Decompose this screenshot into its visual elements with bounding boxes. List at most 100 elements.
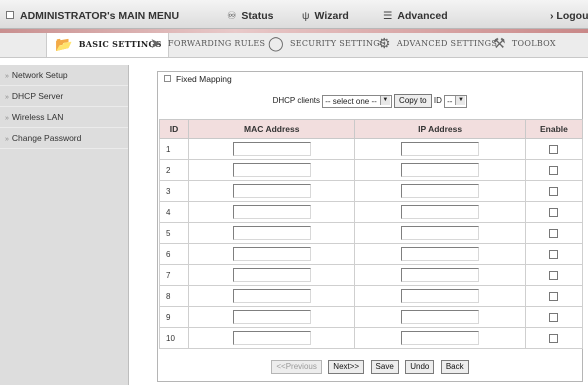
main-menu-title: ADMINISTRATOR's MAIN MENU: [6, 0, 179, 28]
ip-address-input[interactable]: [401, 142, 480, 156]
tab-forwarding-rules[interactable]: ➤ FORWARDING RULES: [150, 33, 265, 57]
mac-cell: [188, 180, 356, 202]
mac-cell: [188, 222, 356, 244]
mac-address-input[interactable]: [232, 205, 311, 219]
mac-address-input[interactable]: [232, 163, 311, 177]
row-id: 7: [158, 264, 190, 286]
row-id: 2: [158, 159, 190, 181]
advanced-link[interactable]: ☰ Advanced: [383, 0, 448, 28]
id-select-value: --: [447, 96, 453, 106]
enable-checkbox[interactable]: [549, 207, 559, 217]
row-id: 3: [158, 180, 190, 202]
mac-cell: [188, 159, 356, 181]
enable-cell: [524, 327, 584, 349]
ip-address-input[interactable]: [401, 268, 480, 282]
undo-button[interactable]: Undo: [405, 359, 435, 374]
sidebar-item-label: DHCP Server: [11, 91, 64, 101]
enable-checkbox[interactable]: [549, 312, 559, 322]
sidebar-item-network-setup[interactable]: » Network Setup: [0, 65, 128, 86]
bullet-icon: »: [5, 73, 9, 80]
ip-address-input[interactable]: [401, 226, 480, 240]
advanced-icon: ☰: [383, 10, 393, 22]
dhcp-select-value: -- select one --: [325, 96, 377, 106]
ip-address-input[interactable]: [401, 184, 480, 198]
row-id: 10: [158, 327, 190, 349]
tab-label: TOOLBOX: [511, 39, 556, 48]
mac-address-input[interactable]: [232, 268, 311, 282]
panel-header: Fixed Mapping: [158, 72, 582, 86]
tab-label: ADVANCED SETTINGS: [396, 39, 498, 48]
ip-address-input[interactable]: [401, 289, 480, 303]
ip-address-input[interactable]: [401, 310, 480, 324]
menu-checkbox-icon: [6, 11, 14, 19]
enable-cell: [524, 285, 584, 307]
enable-checkbox[interactable]: [549, 291, 559, 301]
header-mac-address: MAC Address: [188, 119, 356, 139]
enable-checkbox[interactable]: [549, 333, 559, 343]
next-button[interactable]: Next>>: [328, 359, 365, 374]
mac-address-input[interactable]: [232, 142, 311, 156]
enable-cell: [524, 306, 584, 328]
ip-address-input[interactable]: [401, 205, 480, 219]
mac-address-input[interactable]: [232, 310, 311, 324]
status-link[interactable]: ♾ Status: [227, 0, 274, 28]
table-row: 6: [158, 243, 584, 265]
enable-checkbox[interactable]: [549, 249, 559, 259]
logout-link[interactable]: › Logout: [550, 0, 588, 28]
enable-cell: [524, 201, 584, 223]
id-select[interactable]: -- ▼: [444, 94, 468, 108]
tab-label: FORWARDING RULES: [168, 39, 266, 48]
dhcp-clients-row: DHCP clients -- select one -- ▼ Copy to I…: [158, 94, 582, 112]
toolbox-icon: ⚒: [493, 36, 506, 52]
row-id: 9: [158, 306, 190, 328]
ip-address-input[interactable]: [401, 163, 480, 177]
tab-toolbox[interactable]: ⚒ TOOLBOX: [493, 33, 556, 57]
sidebar-item-change-password[interactable]: » Change Password: [0, 128, 128, 149]
mac-address-input[interactable]: [232, 226, 311, 240]
sidebar-item-dhcp-server[interactable]: » DHCP Server: [0, 86, 128, 107]
mac-cell: [188, 264, 356, 286]
enable-cell: [524, 180, 584, 202]
table-row: 5: [158, 222, 584, 244]
tab-advanced-settings[interactable]: ⚙ ADVANCED SETTINGS: [378, 33, 497, 57]
enable-checkbox[interactable]: [549, 228, 559, 238]
fixed-mapping-table: ID MAC Address IP Address Enable 1234567…: [158, 119, 584, 349]
copy-to-button[interactable]: Copy to: [394, 94, 432, 108]
enable-checkbox[interactable]: [549, 186, 559, 196]
row-id: 6: [158, 243, 190, 265]
mac-address-input[interactable]: [232, 184, 311, 198]
panel-square-icon: [164, 75, 171, 82]
mac-address-input[interactable]: [232, 247, 311, 261]
mac-address-input[interactable]: [232, 289, 311, 303]
enable-cell: [524, 138, 584, 160]
tab-security-settings[interactable]: ◯ SECURITY SETTINGS: [268, 33, 386, 57]
enable-checkbox[interactable]: [549, 144, 559, 154]
mac-address-input[interactable]: [232, 331, 311, 345]
wizard-link[interactable]: ψ Wizard: [302, 0, 349, 28]
status-label: Status: [241, 10, 274, 22]
ip-cell: [354, 264, 526, 286]
sidebar-item-wireless-lan[interactable]: » Wireless LAN: [0, 107, 128, 128]
logout-prefix: ›: [550, 10, 554, 22]
back-button[interactable]: Back: [440, 359, 469, 374]
enable-cell: [524, 159, 584, 181]
ip-cell: [354, 222, 526, 244]
save-button[interactable]: Save: [370, 359, 399, 374]
row-id: 4: [158, 201, 190, 223]
row-id: 8: [158, 285, 190, 307]
previous-button[interactable]: <<Previous: [271, 359, 322, 374]
top-menu-bar: ADMINISTRATOR's MAIN MENU ♾ Status ψ Wizar…: [0, 0, 588, 29]
dhcp-clients-label: DHCP clients: [272, 96, 320, 106]
advanced-settings-icon: ⚙: [378, 36, 391, 52]
ip-address-input[interactable]: [401, 331, 480, 345]
enable-checkbox[interactable]: [549, 165, 559, 175]
tab-bar: 📂 BASIC SETTINGS ➤ FORWARDING RULES ◯ SECUR…: [0, 33, 588, 58]
enable-cell: [524, 222, 584, 244]
table-row: 9: [158, 306, 584, 328]
enable-checkbox[interactable]: [549, 270, 559, 280]
enable-cell: [524, 243, 584, 265]
row-id: 1: [158, 138, 190, 160]
ip-address-input[interactable]: [401, 247, 480, 261]
sidebar-item-label: Network Setup: [11, 70, 68, 80]
dhcp-clients-select[interactable]: -- select one -- ▼: [322, 94, 392, 108]
